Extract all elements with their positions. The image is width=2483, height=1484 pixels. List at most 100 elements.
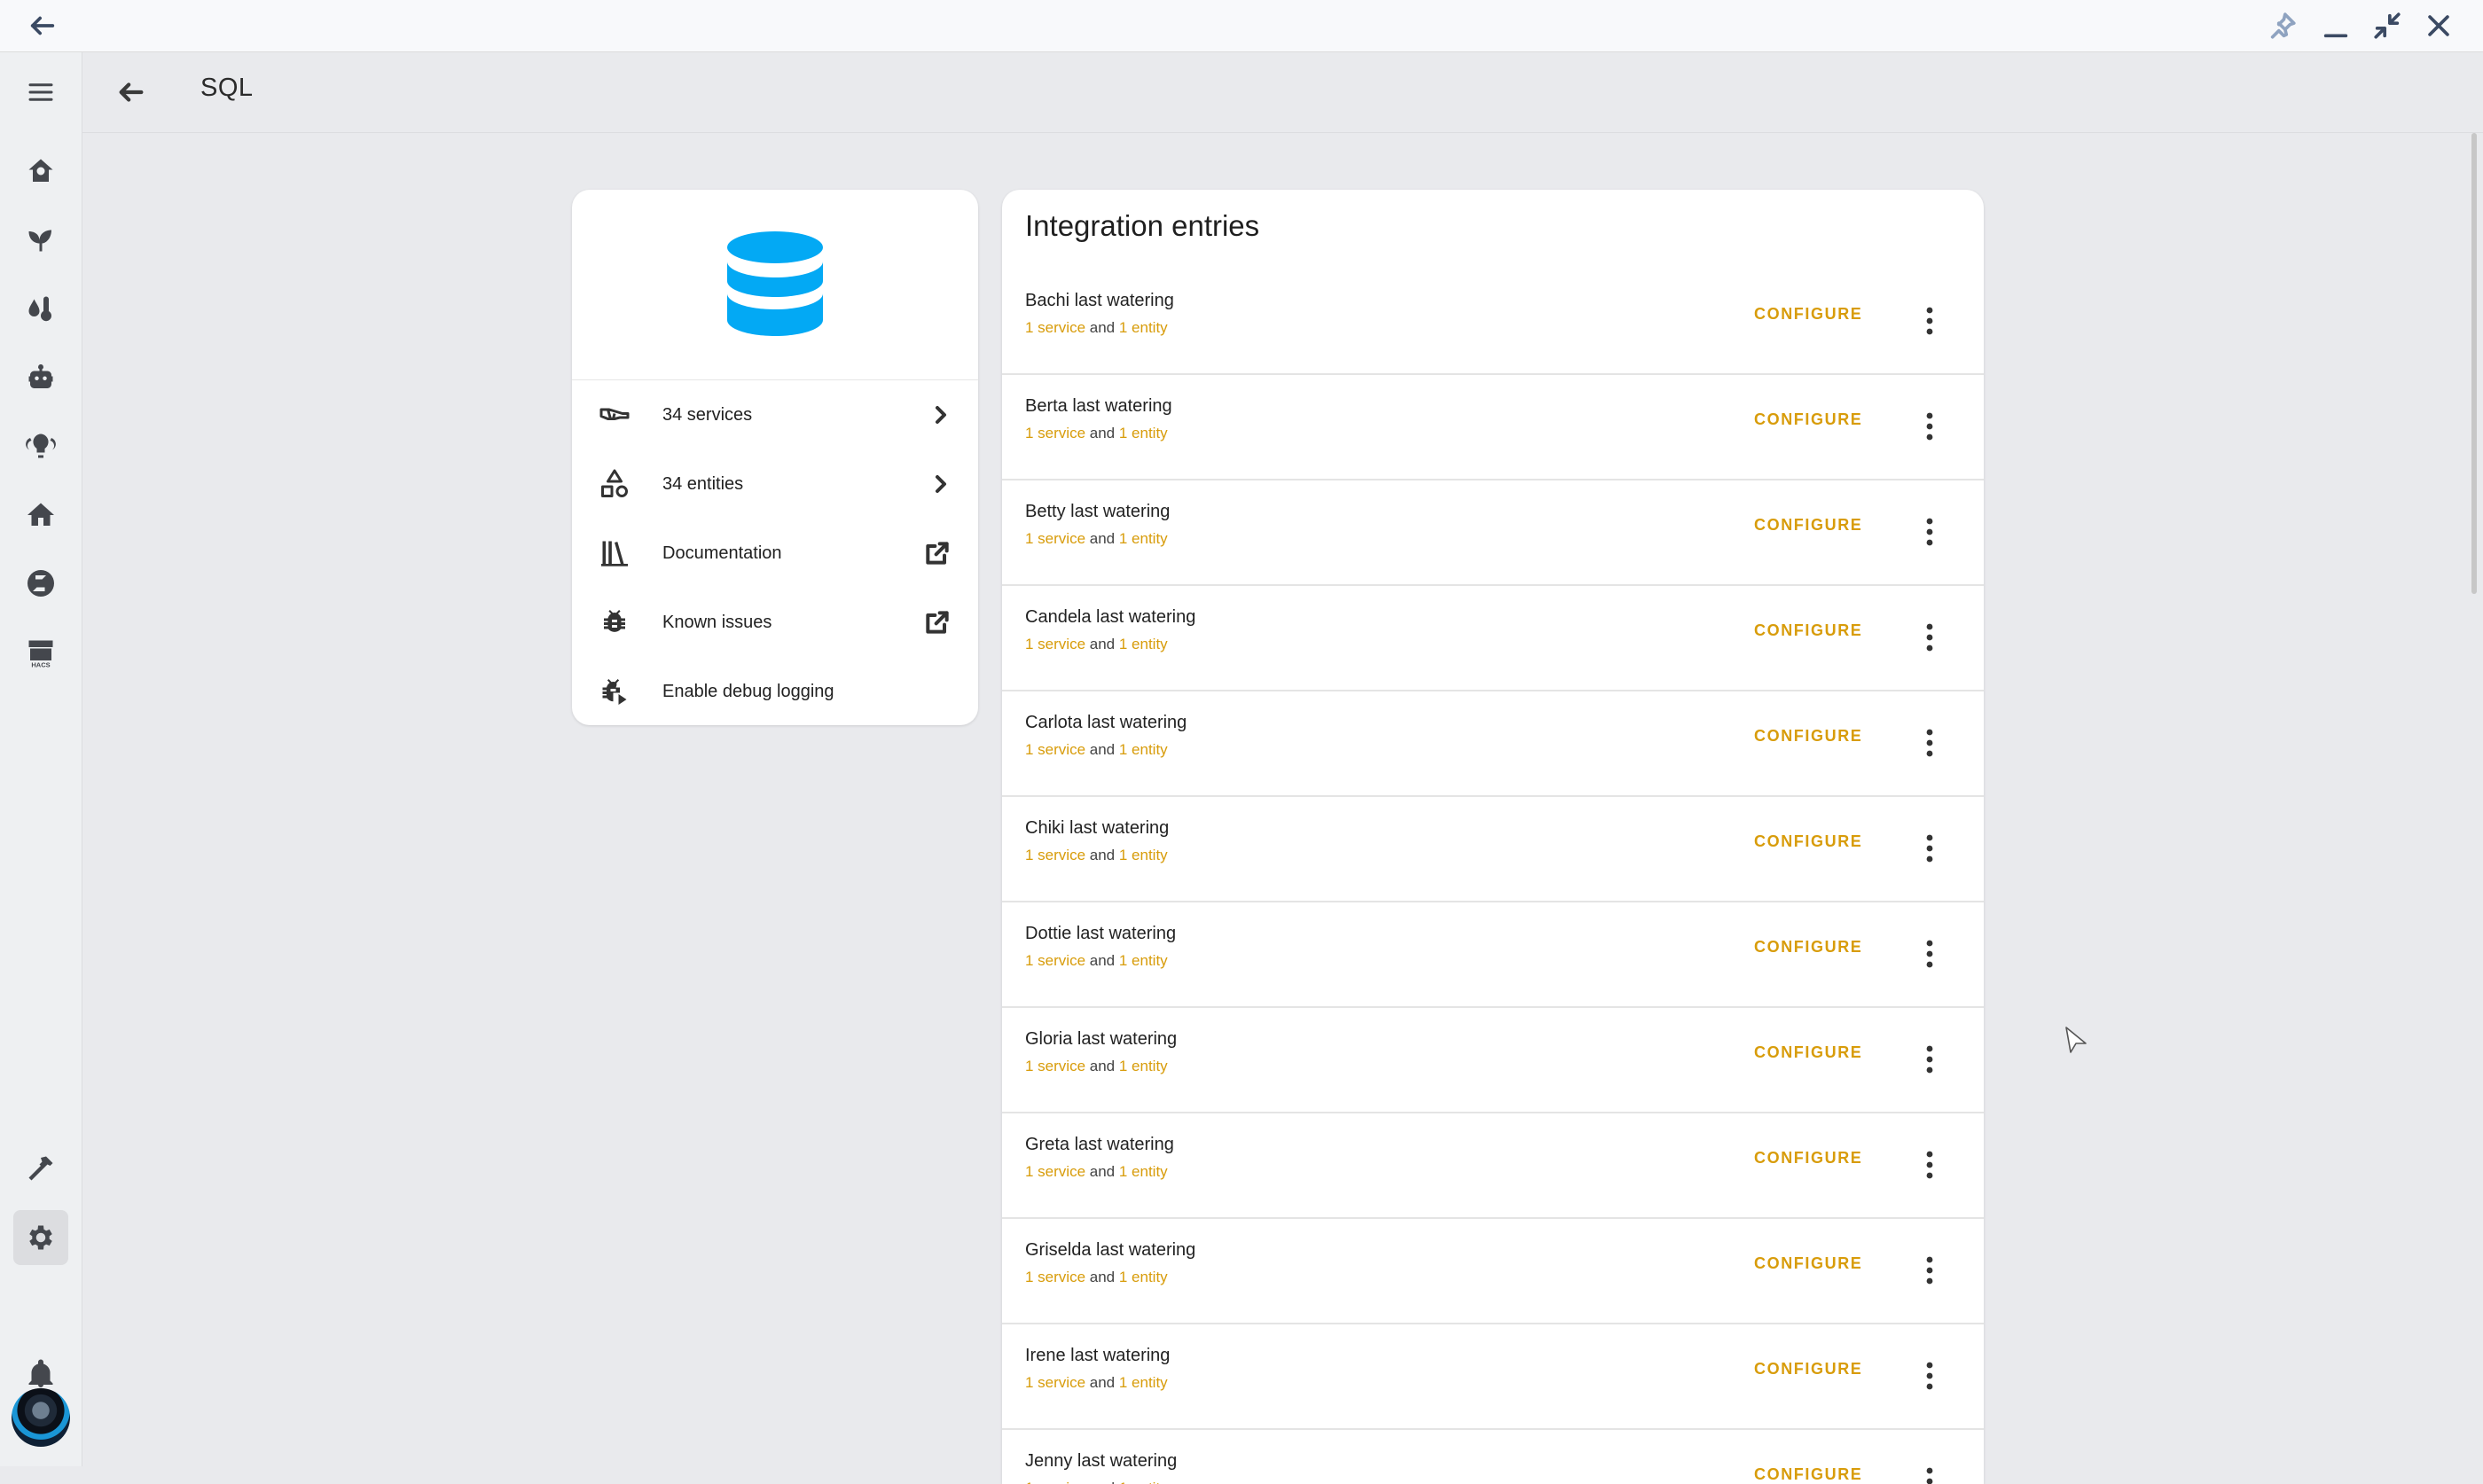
avatar[interactable]	[12, 1388, 70, 1447]
entry-services-link[interactable]: 1 service	[1025, 1058, 1085, 1074]
entry-menu-button[interactable]	[1910, 296, 1949, 346]
services-link[interactable]: 34 services	[572, 380, 978, 449]
entry-summary: 1 service and 1 entity	[1025, 847, 1168, 864]
sidebar-item-automations[interactable]	[13, 350, 68, 405]
entry-name: Betty last watering	[1025, 502, 1171, 521]
info-row-label: Enable debug logging	[662, 681, 834, 701]
entry-summary-and: and	[1089, 530, 1116, 547]
entry-summary: 1 service and 1 entity	[1025, 1163, 1168, 1181]
sidebar-item-climate[interactable]	[13, 281, 68, 336]
sidebar-item-home[interactable]	[13, 488, 68, 543]
entry-services-link[interactable]: 1 service	[1025, 530, 1085, 547]
entry-services-link[interactable]: 1 service	[1025, 1480, 1085, 1484]
pin-button[interactable]	[2265, 8, 2300, 43]
entry-services-link[interactable]: 1 service	[1025, 1374, 1085, 1391]
entry-summary: 1 service and 1 entity	[1025, 530, 1168, 548]
sidebar-menu-button[interactable]	[13, 65, 68, 120]
entry-services-link[interactable]: 1 service	[1025, 741, 1085, 758]
entry-entities-link[interactable]: 1 entity	[1119, 1163, 1168, 1180]
entry-entities-link[interactable]: 1 entity	[1119, 1058, 1168, 1074]
close-icon	[2428, 15, 2449, 36]
info-row-label: Documentation	[662, 543, 782, 563]
configure-button[interactable]: CONFIGURE	[1754, 1043, 1862, 1062]
entry-entities-link[interactable]: 1 entity	[1119, 1269, 1168, 1285]
sidebar-item-lights[interactable]	[13, 418, 68, 473]
close-window-button[interactable]	[2421, 8, 2456, 43]
entry-entities-link[interactable]: 1 entity	[1119, 952, 1168, 969]
entry-menu-button[interactable]	[1910, 507, 1949, 557]
entry-menu-button[interactable]	[1910, 824, 1949, 873]
entry-entities-link[interactable]: 1 entity	[1119, 741, 1168, 758]
entry-summary: 1 service and 1 entity	[1025, 1058, 1168, 1075]
entry-menu-button[interactable]	[1910, 929, 1949, 979]
entry-entities-link[interactable]: 1 entity	[1119, 847, 1168, 863]
entry-menu-button[interactable]	[1910, 402, 1949, 451]
sidebar-item-settings[interactable]	[13, 1210, 68, 1265]
entry-entities-link[interactable]: 1 entity	[1119, 319, 1168, 336]
configure-button[interactable]: CONFIGURE	[1754, 1465, 1862, 1484]
entries-list: Bachi last watering 1 service and 1 entit…	[1002, 269, 1984, 1484]
entry-services-link[interactable]: 1 service	[1025, 1269, 1085, 1285]
entry-entities-link[interactable]: 1 entity	[1119, 425, 1168, 441]
entry-row: Irene last watering 1 service and 1 entit…	[1002, 1324, 1984, 1430]
configure-button[interactable]: CONFIGURE	[1754, 938, 1862, 957]
configure-button[interactable]: CONFIGURE	[1754, 1360, 1862, 1379]
service-hand-icon	[599, 399, 631, 431]
water-thermometer-icon	[28, 296, 51, 322]
entry-name: Jenny last watering	[1025, 1451, 1178, 1471]
entry-menu-button[interactable]	[1910, 613, 1949, 662]
configure-button[interactable]: CONFIGURE	[1754, 832, 1862, 851]
configure-button[interactable]: CONFIGURE	[1754, 1149, 1862, 1168]
entry-menu-button[interactable]	[1910, 1140, 1949, 1190]
entry-services-link[interactable]: 1 service	[1025, 847, 1085, 863]
entry-services-link[interactable]: 1 service	[1025, 425, 1085, 441]
configure-button[interactable]: CONFIGURE	[1754, 305, 1862, 324]
integration-info-card: 34 services 34 entities Documentation Known…	[572, 190, 978, 725]
window-back-button[interactable]	[25, 8, 60, 43]
mouse-cursor-icon	[2065, 1027, 2087, 1053]
entry-summary: 1 service and 1 entity	[1025, 319, 1168, 337]
entry-services-link[interactable]: 1 service	[1025, 319, 1085, 336]
entry-entities-link[interactable]: 1 entity	[1119, 1374, 1168, 1391]
more-vertical-icon	[1926, 1151, 1933, 1179]
entry-entities-link[interactable]: 1 entity	[1119, 530, 1168, 547]
configure-button[interactable]: CONFIGURE	[1754, 727, 1862, 746]
header-back-button[interactable]	[111, 72, 152, 113]
entry-menu-button[interactable]	[1910, 1457, 1949, 1484]
configure-button[interactable]: CONFIGURE	[1754, 516, 1862, 535]
entry-menu-button[interactable]	[1910, 1351, 1949, 1401]
more-vertical-icon	[1926, 307, 1933, 335]
known-issues-link[interactable]: Known issues	[572, 588, 978, 657]
sidebar-item-hacs[interactable]: HACS	[13, 625, 68, 680]
minimize-button[interactable]	[2318, 8, 2354, 43]
entry-menu-button[interactable]	[1910, 1246, 1949, 1295]
sidebar-item-developer-tools[interactable]	[13, 1141, 68, 1196]
entry-menu-button[interactable]	[1910, 1035, 1949, 1084]
entry-summary: 1 service and 1 entity	[1025, 425, 1168, 442]
entry-services-link[interactable]: 1 service	[1025, 636, 1085, 652]
page-title: SQL	[200, 74, 254, 102]
entry-services-link[interactable]: 1 service	[1025, 952, 1085, 969]
entry-entities-link[interactable]: 1 entity	[1119, 636, 1168, 652]
entry-services-link[interactable]: 1 service	[1025, 1163, 1085, 1180]
restore-button[interactable]	[2369, 8, 2405, 43]
entry-row: Jenny last watering 1 service and 1 entit…	[1002, 1430, 1984, 1484]
entities-link[interactable]: 34 entities	[572, 449, 978, 519]
page-scrollbar[interactable]	[2471, 133, 2477, 594]
robot-icon	[28, 364, 53, 388]
chevron-right-icon	[923, 470, 952, 498]
enable-debug-logging-button[interactable]: Enable debug logging	[572, 657, 978, 725]
entry-menu-button[interactable]	[1910, 718, 1949, 768]
documentation-link[interactable]: Documentation	[572, 519, 978, 588]
entry-name: Carlota last watering	[1025, 713, 1187, 732]
configure-button[interactable]: CONFIGURE	[1754, 1254, 1862, 1273]
entry-entities-link[interactable]: 1 entity	[1119, 1480, 1168, 1484]
sidebar-item-plants[interactable]	[13, 212, 68, 267]
entry-row: Berta last watering 1 service and 1 entit…	[1002, 375, 1984, 480]
sidebar-item-overview[interactable]	[13, 144, 68, 199]
entry-name: Berta last watering	[1025, 396, 1172, 416]
more-vertical-icon	[1926, 1362, 1933, 1390]
configure-button[interactable]: CONFIGURE	[1754, 621, 1862, 640]
configure-button[interactable]: CONFIGURE	[1754, 410, 1862, 429]
sidebar-item-zigbee[interactable]	[13, 556, 68, 611]
